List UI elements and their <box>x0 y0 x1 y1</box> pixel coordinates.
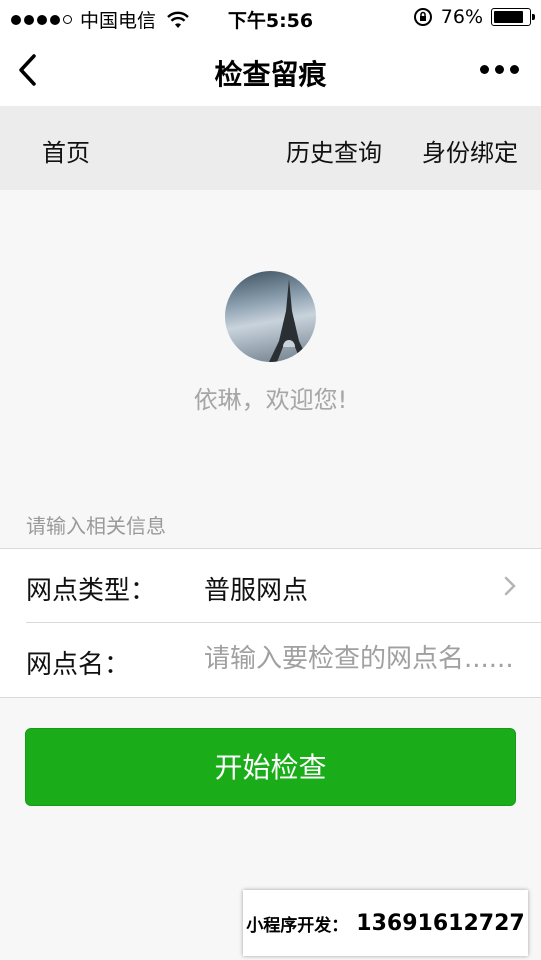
battery-fill <box>494 11 523 23</box>
outlet-type-row[interactable]: 网点类型： 普服网点 <box>0 549 541 623</box>
chevron-right-icon <box>504 576 516 596</box>
status-right: 76% <box>413 6 535 28</box>
more-dots-icon[interactable] <box>480 65 519 74</box>
outlet-type-value[interactable]: 普服网点 <box>204 570 308 607</box>
promo-label: 小程序开发： <box>246 915 349 936</box>
promo-banner: 小程序开发： 13691612727 <box>243 890 528 956</box>
eiffel-tower-image <box>269 279 309 362</box>
outlet-name-label: 网点名： <box>26 650 131 680</box>
welcome-greeting: 依琳，欢迎您! <box>193 386 348 414</box>
status-bar: 中国电信 下午5:56 76% <box>0 0 541 34</box>
info-form: 网点类型： 普服网点 网点名： <box>0 548 541 698</box>
section-label: 请输入相关信息 <box>26 514 166 538</box>
outlet-type-label: 网点类型： <box>26 576 157 606</box>
outlet-name-input[interactable] <box>204 637 541 681</box>
promo-phone: 13691612727 <box>356 910 525 936</box>
page-title: 检查留痕 <box>214 58 327 91</box>
rotation-lock-icon <box>413 8 432 26</box>
tab-home[interactable]: 首页 <box>42 133 90 168</box>
avatar <box>225 271 316 362</box>
nav-bar: 检查留痕 <box>0 34 541 106</box>
battery-percent: 76% <box>440 6 483 28</box>
battery-icon <box>491 8 535 26</box>
outlet-name-row: 网点名： <box>0 623 541 697</box>
tab-bar: 首页 历史查询 身份绑定 <box>0 106 541 190</box>
tab-identity-binding[interactable]: 身份绑定 <box>422 133 518 168</box>
tab-history[interactable]: 历史查询 <box>286 133 382 168</box>
start-check-button[interactable]: 开始检查 <box>25 728 516 806</box>
